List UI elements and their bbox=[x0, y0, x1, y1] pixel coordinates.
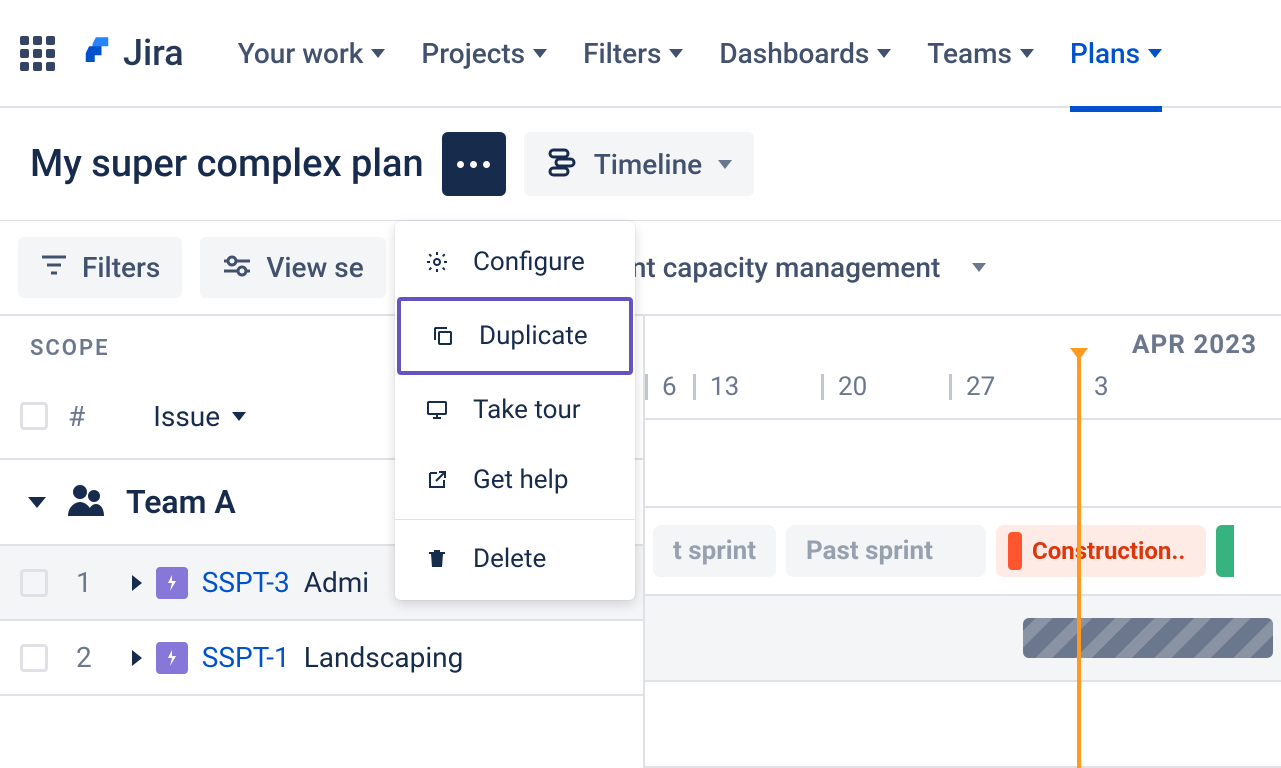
nav-your-work[interactable]: Your work bbox=[238, 37, 386, 70]
epic-type-icon bbox=[156, 642, 188, 674]
gantt-bar[interactable] bbox=[1023, 618, 1273, 658]
top-navigation: Jira Your work Projects Filters Dashboar… bbox=[0, 0, 1281, 108]
nav-plans[interactable]: Plans bbox=[1070, 37, 1162, 70]
issue-column-header[interactable]: Issue bbox=[153, 400, 246, 433]
row-checkbox[interactable] bbox=[20, 569, 48, 597]
copy-icon bbox=[429, 324, 457, 348]
app-switcher-icon[interactable] bbox=[20, 36, 55, 71]
external-link-icon bbox=[423, 468, 451, 492]
menu-label: Get help bbox=[473, 465, 568, 495]
expand-icon[interactable] bbox=[132, 650, 142, 666]
timeline-pane: APR 2023 6 13 20 27 3 t sprint Past spri… bbox=[645, 316, 1281, 768]
chevron-down-icon bbox=[232, 412, 246, 421]
select-all-checkbox[interactable] bbox=[20, 402, 48, 430]
collapse-icon[interactable] bbox=[28, 497, 46, 508]
sprint-label: Construction.. bbox=[1032, 537, 1185, 565]
timeline-icon bbox=[546, 146, 578, 182]
chevron-down-icon bbox=[972, 263, 986, 272]
today-marker bbox=[1077, 358, 1081, 768]
row-number: 2 bbox=[76, 641, 92, 674]
chevron-down-icon bbox=[1148, 49, 1162, 58]
chevron-down-icon bbox=[533, 49, 547, 58]
chevron-down-icon bbox=[877, 49, 891, 58]
more-actions-button[interactable] bbox=[442, 132, 506, 196]
trash-icon bbox=[423, 547, 451, 571]
menu-label: Delete bbox=[473, 544, 546, 574]
row-number: 1 bbox=[76, 566, 92, 599]
issue-title: Landscaping bbox=[304, 641, 464, 674]
nav-teams[interactable]: Teams bbox=[927, 37, 1034, 70]
date-header-row: 6 13 20 27 3 bbox=[645, 366, 1281, 420]
chevron-down-icon bbox=[669, 49, 683, 58]
issue-col-label: Issue bbox=[153, 400, 220, 433]
nav-label: Plans bbox=[1070, 37, 1140, 70]
nav-projects[interactable]: Projects bbox=[421, 37, 547, 70]
menu-label: Duplicate bbox=[479, 321, 588, 351]
date-tick-label: 13 bbox=[710, 372, 739, 402]
view-settings-label: View se bbox=[266, 251, 363, 284]
date-tick-label: 20 bbox=[838, 372, 867, 402]
sprint-row: t sprint Past sprint Construction.. bbox=[645, 508, 1281, 596]
brand-text: Jira bbox=[123, 32, 184, 74]
menu-duplicate[interactable]: Duplicate bbox=[397, 297, 633, 375]
nav-label: Filters bbox=[583, 37, 661, 70]
nav-label: Teams bbox=[927, 37, 1012, 70]
filter-bar: Filters View se int capacity management … bbox=[0, 221, 1281, 316]
active-sprint-pill[interactable]: Construction.. bbox=[996, 525, 1206, 577]
chevron-down-icon bbox=[371, 49, 385, 58]
nav-filters[interactable]: Filters bbox=[583, 37, 683, 70]
team-icon bbox=[66, 482, 106, 522]
plan-header: My super complex plan Timeline bbox=[0, 108, 1281, 221]
issue-key[interactable]: SSPT-1 bbox=[202, 641, 290, 674]
gantt-row bbox=[645, 596, 1281, 682]
jira-logo[interactable]: Jira bbox=[79, 32, 184, 74]
view-settings-button[interactable]: View se bbox=[200, 237, 385, 298]
plan-title: My super complex plan bbox=[30, 142, 424, 186]
more-actions-menu: Configure Duplicate Take tour bbox=[395, 221, 635, 600]
nav-label: Your work bbox=[238, 37, 364, 70]
epic-type-icon bbox=[156, 567, 188, 599]
menu-take-tour[interactable]: Take tour bbox=[395, 375, 635, 445]
nav-label: Projects bbox=[421, 37, 525, 70]
menu-get-help[interactable]: Get help bbox=[395, 445, 635, 515]
nav-label: Dashboards bbox=[719, 37, 869, 70]
view-selector[interactable]: Timeline bbox=[524, 132, 754, 196]
expand-icon[interactable] bbox=[132, 575, 142, 591]
jira-icon bbox=[79, 35, 115, 71]
sliders-icon bbox=[222, 251, 252, 284]
timeline-header-spacer bbox=[645, 420, 1281, 508]
menu-delete[interactable]: Delete bbox=[395, 524, 635, 594]
date-tick-label: 3 bbox=[1094, 372, 1109, 402]
sprint-capacity-button-partial[interactable]: int capacity management bbox=[624, 251, 941, 284]
sprint-pill[interactable]: t sprint bbox=[653, 525, 776, 577]
nav-dashboards[interactable]: Dashboards bbox=[719, 37, 891, 70]
issue-key[interactable]: SSPT-3 bbox=[202, 566, 290, 599]
sprint-pill[interactable]: Past sprint bbox=[786, 525, 986, 577]
date-tick-label: 27 bbox=[966, 372, 995, 402]
filter-label: Filters bbox=[82, 251, 160, 284]
table-section: SCOPE # Issue + Team A bbox=[0, 316, 1281, 768]
sprint-status-bar bbox=[1008, 532, 1022, 570]
menu-label: Configure bbox=[473, 247, 585, 277]
issue-title: Admi bbox=[304, 566, 369, 599]
chevron-down-icon bbox=[718, 160, 732, 169]
menu-label: Take tour bbox=[473, 395, 581, 425]
menu-divider bbox=[395, 519, 635, 520]
monitor-icon bbox=[423, 398, 451, 422]
row-number-header: # bbox=[68, 400, 85, 433]
menu-configure[interactable]: Configure bbox=[395, 227, 635, 297]
filter-icon bbox=[40, 251, 68, 284]
month-label: APR 2023 bbox=[1132, 330, 1257, 360]
view-label: Timeline bbox=[594, 148, 702, 181]
issue-row[interactable]: 2 SSPT-1 Landscaping bbox=[0, 621, 643, 696]
team-name: Team A bbox=[126, 483, 236, 521]
future-sprint-pill[interactable] bbox=[1216, 525, 1234, 577]
chevron-down-icon bbox=[1020, 49, 1034, 58]
nav-items: Your work Projects Filters Dashboards Te… bbox=[238, 37, 1162, 70]
date-tick-label: 6 bbox=[662, 372, 677, 402]
row-checkbox[interactable] bbox=[20, 644, 48, 672]
gear-icon bbox=[423, 250, 451, 274]
filters-button[interactable]: Filters bbox=[18, 237, 182, 298]
